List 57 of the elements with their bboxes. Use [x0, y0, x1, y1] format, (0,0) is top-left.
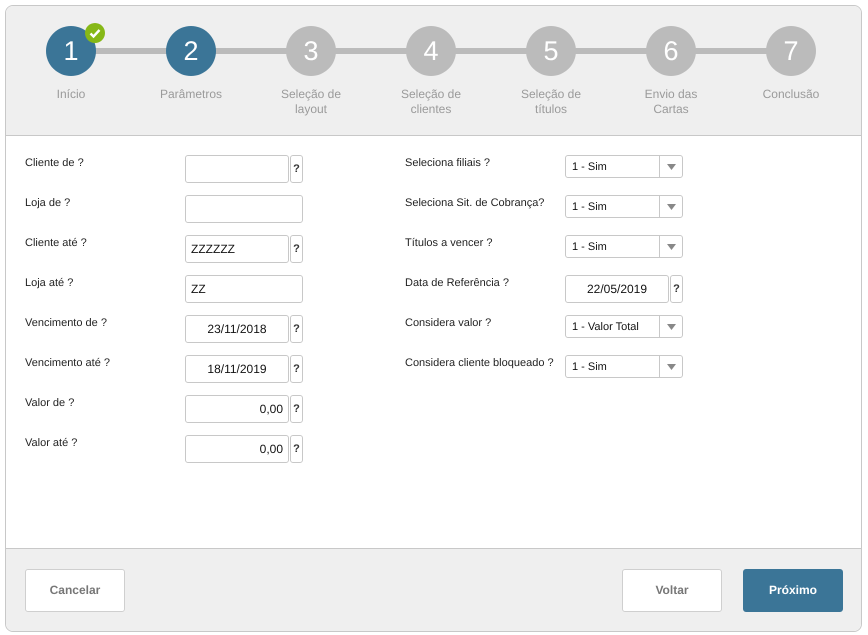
input-field[interactable]: 18/11/2019 [185, 355, 289, 383]
field-label: Seleciona filiais ? [405, 156, 491, 171]
step-label: Seleção de títulos [520, 87, 582, 117]
step-number: 3 [286, 26, 336, 76]
dropdown[interactable]: 1 - Valor Total [565, 315, 683, 338]
input-field[interactable]: 23/11/2018 [185, 315, 289, 343]
field-label: Vencimento até ? [25, 356, 112, 371]
step-label: Envio das Cartas [644, 87, 698, 117]
dropdown-arrow-icon [666, 324, 676, 330]
field-label: Cliente de ? [25, 156, 85, 171]
field-label: Considera valor ? [405, 316, 492, 331]
field-label: Loja de ? [25, 196, 72, 211]
field-label: Valor até ? [25, 436, 78, 451]
step-label: Seleção de layout [280, 87, 342, 117]
nav-button[interactable]: Cancelar [25, 568, 125, 612]
help-button[interactable]: ? [290, 235, 303, 263]
field-label: Seleciona Sit. de Cobrança? [405, 196, 546, 211]
field-label: Considera cliente bloqueado ? [405, 356, 555, 371]
step-label: Início [56, 87, 86, 102]
help-button[interactable]: ? [290, 315, 303, 343]
dropdown-arrow-icon [666, 364, 676, 370]
field-label: Vencimento de ? [25, 316, 108, 331]
step-number: 7 [766, 26, 816, 76]
field-label: Data de Referência ? [405, 276, 510, 291]
dropdown[interactable]: 1 - Sim [565, 195, 683, 218]
dropdown[interactable]: 1 - Sim [565, 235, 683, 258]
field-label: Loja até ? [25, 276, 74, 291]
step-number: 2 [166, 26, 216, 76]
dropdown[interactable]: 1 - Sim [565, 355, 683, 378]
step-label: Conclusão [762, 87, 820, 102]
help-button[interactable]: ? [290, 395, 303, 423]
field-label: Títulos a vencer ? [405, 236, 494, 251]
step-number: 1 [46, 26, 96, 76]
step-number: 5 [526, 26, 576, 76]
input-field[interactable]: 0,00 [185, 435, 289, 463]
help-button[interactable]: ? [290, 435, 303, 463]
dropdown-arrow-icon [666, 244, 676, 250]
step-number: 6 [646, 26, 696, 76]
input-field[interactable] [185, 155, 289, 183]
dropdown-arrow-icon [666, 204, 676, 210]
step-label: Parâmetros [158, 87, 224, 102]
step-number: 4 [406, 26, 456, 76]
help-button[interactable]: ? [290, 155, 303, 183]
help-button[interactable]: ? [670, 275, 683, 303]
next-button[interactable]: Próximo [743, 568, 843, 612]
input-field[interactable]: ZZZZZZ [185, 235, 289, 263]
step-label: Seleção de clientes [400, 87, 462, 117]
dropdown-arrow-icon [666, 164, 676, 170]
input-field[interactable]: 22/05/2019 [565, 275, 669, 303]
input-field[interactable]: ZZ [185, 275, 303, 303]
input-field[interactable] [185, 195, 303, 223]
input-field[interactable]: 0,00 [185, 395, 289, 423]
dropdown[interactable]: 1 - Sim [565, 155, 683, 178]
field-label: Cliente até ? [25, 236, 88, 251]
nav-button[interactable]: Voltar [622, 568, 722, 612]
field-label: Valor de ? [25, 396, 76, 411]
help-button[interactable]: ? [290, 355, 303, 383]
